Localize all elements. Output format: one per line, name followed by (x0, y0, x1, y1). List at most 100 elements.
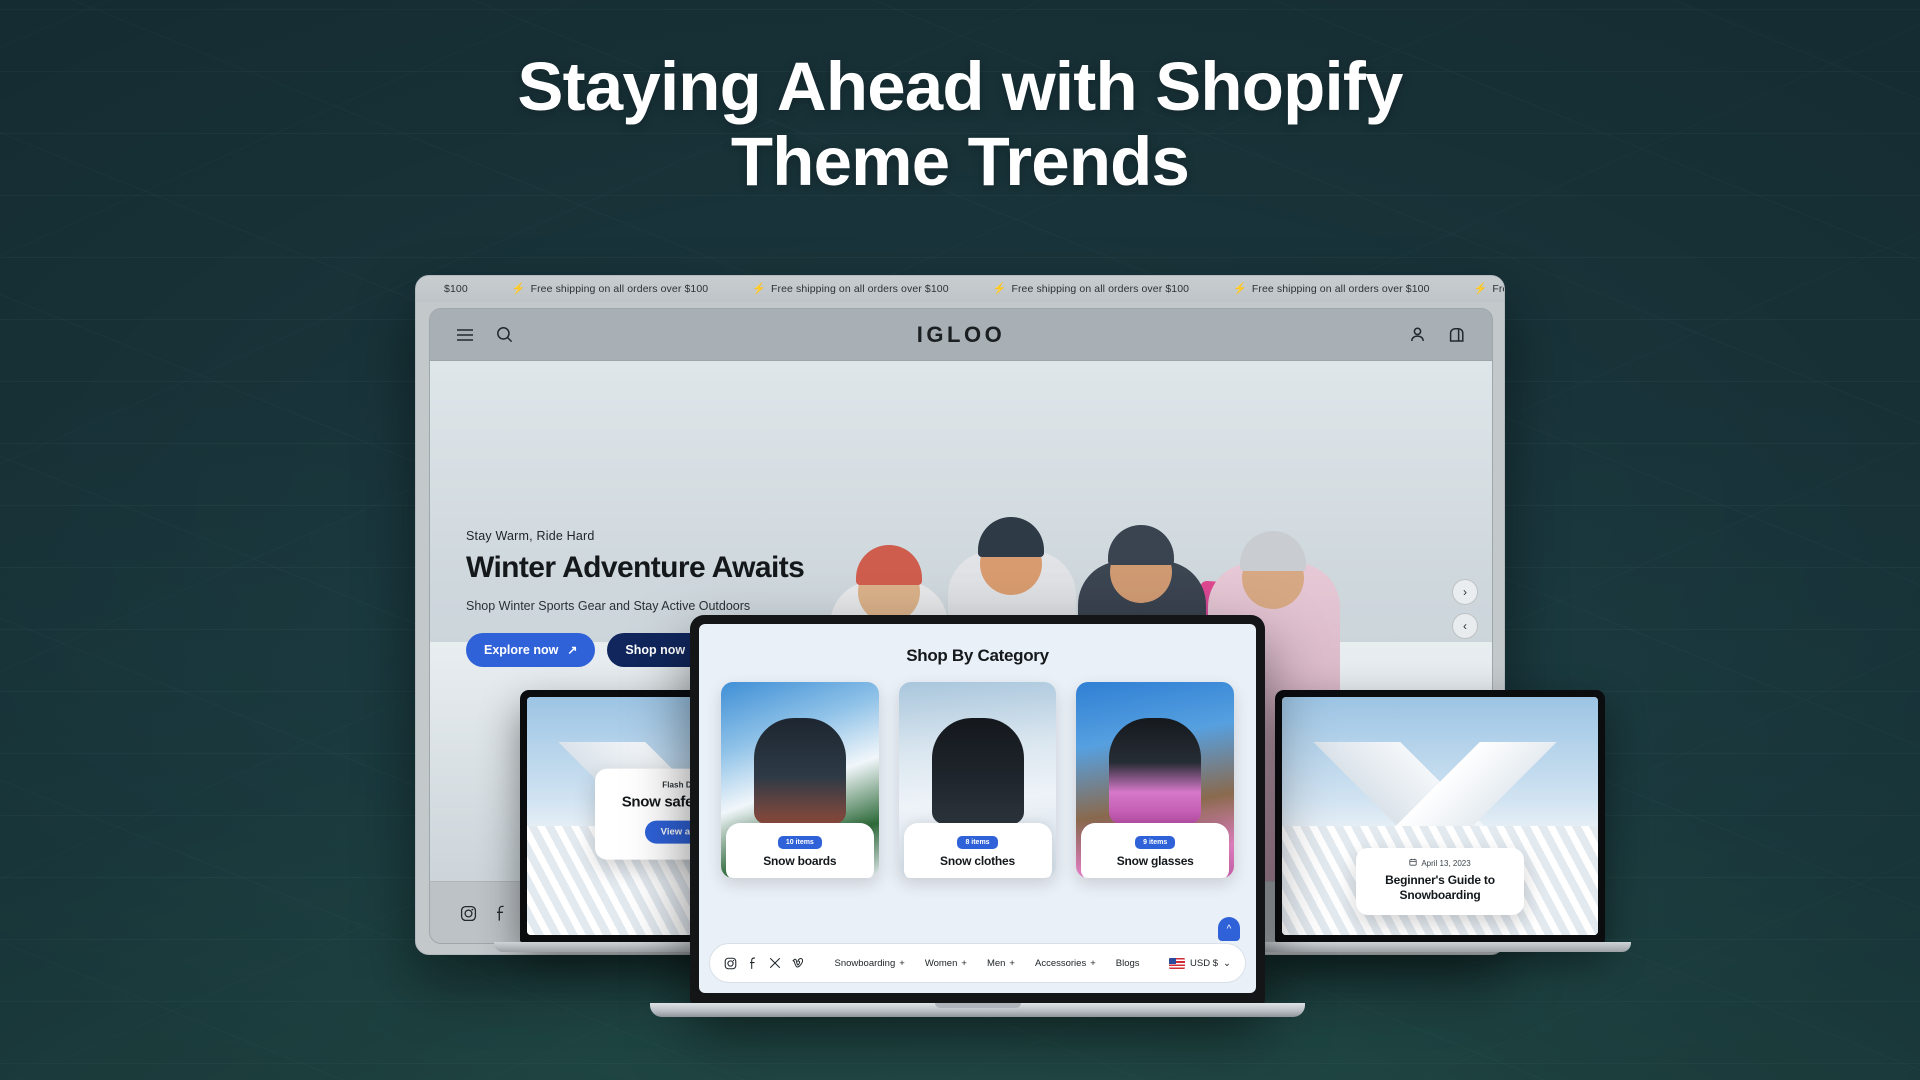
chevron-down-icon: ⌄ (1223, 957, 1231, 969)
carousel-prev-button[interactable]: ‹ (1452, 613, 1478, 639)
announcement-text: Free shipping on all orders over $100 (771, 283, 949, 295)
plus-icon: + (1090, 957, 1096, 969)
announcement-partial-text: $100 (444, 283, 468, 295)
lightning-bolt-icon: ⚡ (511, 282, 526, 295)
footer-nav-item-men[interactable]: Men + (987, 958, 1015, 969)
footer-nav: Snowboarding + Women + Men + Accessories… (835, 958, 1140, 969)
announcement-item: ⚡ Free shipping on all orders over $100 (730, 283, 970, 295)
laptop-center-viewport: Shop By Category 10 items Snow boards 8 … (699, 624, 1256, 993)
plus-icon: + (899, 957, 905, 969)
shop-now-label: Shop now (625, 643, 686, 657)
footer-nav-item-blogs[interactable]: Blogs (1116, 958, 1140, 969)
rider-helmet (978, 517, 1044, 557)
currency-label: USD $ (1190, 957, 1219, 969)
shop-by-category-heading: Shop By Category (906, 646, 1049, 665)
announcement-text: Free shipping on all orders over $100 (1011, 283, 1190, 295)
x-twitter-icon[interactable] (769, 957, 781, 969)
category-label: 10 items Snow boards (725, 823, 874, 878)
footer-nav-item-accessories[interactable]: Accessories + (1035, 958, 1096, 969)
chevron-up-icon: ^ (1226, 923, 1232, 935)
device-mockup-stage: $100 ⚡ Free shipping on all orders over … (0, 0, 1920, 1080)
explore-now-label: Explore now (484, 643, 559, 657)
footer-nav-label: Blogs (1115, 957, 1140, 969)
calendar-icon (1409, 858, 1417, 868)
carousel-next-button[interactable]: › (1452, 579, 1478, 605)
footer-nav-item-snowboarding[interactable]: Snowboarding + (835, 958, 905, 969)
scroll-to-top-button[interactable]: ^ (1218, 917, 1240, 941)
category-photo-subject (1109, 718, 1202, 824)
storefront-header: IGLOO (430, 309, 1492, 361)
laptop-center-mockup: Shop By Category 10 items Snow boards 8 … (650, 615, 1305, 1045)
hero-title: Winter Adventure Awaits (466, 551, 805, 584)
announcement-bar: $100 ⚡ Free shipping on all orders over … (416, 276, 1504, 302)
announcement-item: ⚡ Free shipping on all orders over $100 (1211, 283, 1451, 295)
category-card-snow-glasses[interactable]: 9 items Snow glasses (1076, 682, 1235, 878)
announcement-item-truncated: ⚡ Free sh (1452, 283, 1504, 295)
lightning-bolt-icon: ⚡ (1473, 282, 1488, 295)
hamburger-menu-icon[interactable] (456, 328, 474, 342)
explore-now-button[interactable]: Explore now ↗ (466, 633, 596, 667)
hero-eyebrow: Stay Warm, Ride Hard (466, 529, 595, 543)
category-item-count-badge: 10 items (777, 836, 822, 849)
user-account-icon[interactable] (1409, 326, 1426, 343)
shopping-bag-icon[interactable] (1448, 326, 1466, 343)
blog-post-date-row: April 13, 2023 (1372, 858, 1508, 868)
laptop-right-viewport: April 13, 2023 Beginner's Guide to Snowb… (1282, 697, 1598, 935)
footer-currency-selector[interactable]: USD $ ⌄ (1169, 957, 1231, 969)
plus-icon: + (1009, 957, 1015, 969)
announcement-text: Free shipping on all orders over $100 (1251, 283, 1430, 295)
hero-subtitle: Shop Winter Sports Gear and Stay Active … (466, 599, 751, 613)
blog-post-title: Beginner's Guide to Snowboarding (1372, 873, 1508, 903)
blog-post-title-line-2: Snowboarding (1399, 888, 1481, 903)
footer-nav-label: Snowboarding (834, 957, 896, 969)
laptop-right-base (1249, 942, 1631, 952)
instagram-icon[interactable] (460, 905, 477, 922)
facebook-icon[interactable] (495, 905, 507, 922)
blog-post-card[interactable]: April 13, 2023 Beginner's Guide to Snowb… (1356, 848, 1524, 915)
lightning-bolt-icon: ⚡ (1233, 282, 1247, 295)
footer-nav-label: Men (986, 957, 1006, 969)
category-photo-subject (753, 718, 846, 824)
laptop-center-base (650, 1003, 1305, 1017)
vimeo-icon[interactable] (792, 957, 805, 969)
category-photo-subject (931, 718, 1024, 824)
instagram-icon[interactable] (724, 957, 737, 970)
laptop-right-screen: April 13, 2023 Beginner's Guide to Snowb… (1275, 690, 1605, 942)
lightning-bolt-icon: ⚡ (752, 282, 766, 295)
rider-helmet (1240, 531, 1306, 571)
announcement-text-truncated: Free sh (1492, 283, 1504, 295)
laptop-center-screen: Shop By Category 10 items Snow boards 8 … (690, 615, 1265, 1003)
plus-icon: + (961, 957, 967, 969)
announcement-item-partial: $100 (422, 283, 490, 295)
laptop-right-mockup: April 13, 2023 Beginner's Guide to Snowb… (1249, 690, 1631, 960)
announcement-item: ⚡ Free shipping on all orders over $100 (490, 283, 730, 295)
footer-social-links (724, 957, 805, 970)
storefront-footer-bar: Snowboarding + Women + Men + Accessories… (709, 943, 1246, 983)
category-name: Snow clothes (940, 854, 1015, 868)
hero-carousel-nav: › ‹ (1452, 579, 1478, 639)
arrow-up-right-icon: ↗ (567, 643, 578, 657)
us-flag-icon (1169, 957, 1186, 969)
rider-helmet (1108, 525, 1174, 565)
lightning-bolt-icon: ⚡ (992, 282, 1007, 295)
facebook-icon[interactable] (748, 957, 758, 970)
blog-post-date: April 13, 2023 (1421, 858, 1471, 868)
category-grid: 10 items Snow boards 8 items Snow clothe… (699, 682, 1256, 943)
category-item-count-badge: 9 items (1135, 836, 1176, 849)
category-label: 9 items Snow glasses (1081, 823, 1230, 878)
category-name: Snow glasses (1116, 854, 1194, 868)
blog-post-title-line-1: Beginner's Guide to (1385, 873, 1495, 888)
category-item-count-badge: 8 items (957, 836, 998, 849)
store-logo: IGLOO (916, 321, 1006, 347)
category-card-snow-clothes[interactable]: 8 items Snow clothes (898, 682, 1057, 878)
category-label: 8 items Snow clothes (903, 823, 1052, 878)
announcement-text: Free shipping on all orders over $100 (530, 283, 709, 295)
category-card-snow-boards[interactable]: 10 items Snow boards (721, 682, 879, 878)
footer-nav-label: Women (924, 957, 958, 969)
category-name: Snow boards (763, 854, 837, 868)
announcement-item: ⚡ Free shipping on all orders over $100 (971, 283, 1211, 295)
footer-nav-label: Accessories (1034, 957, 1087, 969)
search-icon[interactable] (496, 326, 513, 343)
footer-nav-item-women[interactable]: Women + (925, 958, 967, 969)
rider-helmet (856, 545, 922, 585)
